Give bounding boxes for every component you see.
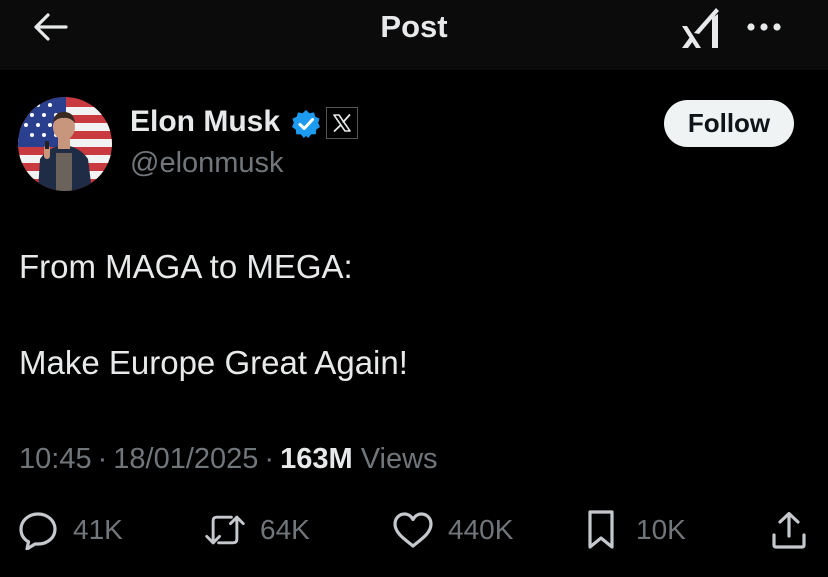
grok-button[interactable]: [676, 4, 724, 52]
avatar[interactable]: [18, 97, 112, 191]
heart-icon: [393, 512, 433, 548]
post-time: 10:45: [19, 443, 92, 475]
views-count: 163M: [280, 443, 353, 475]
share-button[interactable]: [768, 506, 810, 554]
reply-icon: [19, 512, 57, 550]
author-name[interactable]: Elon Musk: [130, 104, 280, 140]
more-options-button[interactable]: [742, 14, 786, 40]
like-count: 440K: [448, 514, 514, 545]
tweet-text-line: Make Europe Great Again!: [19, 344, 408, 381]
bookmark-icon: [588, 510, 614, 549]
reply-button[interactable]: 41K: [17, 506, 123, 554]
top-bar: Post: [0, 0, 828, 70]
avatar-image: [18, 97, 112, 191]
repost-button[interactable]: 64K: [204, 506, 310, 554]
tweet-text-line: From MAGA to MEGA:: [19, 248, 353, 285]
more-icon: [747, 23, 781, 31]
views-label: Views: [360, 443, 438, 475]
verified-badge-icon[interactable]: [291, 109, 321, 139]
affiliate-badge[interactable]: [326, 107, 358, 139]
post-meta: 10:45 · 18/01/2025 · 163M Views: [19, 441, 438, 477]
separator-dot: ·: [264, 443, 275, 475]
grok-icon: [682, 8, 719, 48]
repost-count: 64K: [260, 514, 310, 545]
repost-icon: [205, 515, 245, 545]
bookmark-count: 10K: [636, 514, 686, 545]
reply-count: 41K: [73, 514, 123, 545]
share-icon: [772, 511, 806, 549]
follow-button[interactable]: Follow: [664, 100, 794, 147]
like-button[interactable]: 440K: [392, 506, 513, 554]
bookmark-button[interactable]: 10K: [580, 506, 686, 554]
author-handle[interactable]: @elonmusk: [130, 145, 284, 181]
post-date[interactable]: 18/01/2025: [113, 443, 258, 475]
x-logo-icon: [333, 114, 351, 132]
separator-dot: ·: [97, 443, 108, 475]
